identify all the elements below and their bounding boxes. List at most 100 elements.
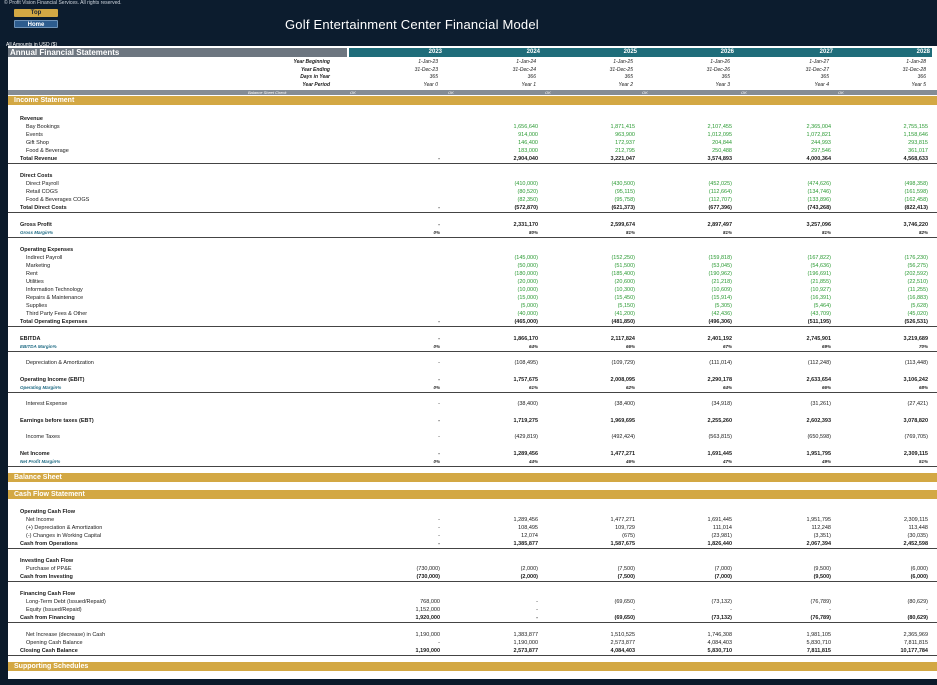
row-value: (481,850) xyxy=(611,319,635,325)
row-value: 70% xyxy=(918,344,928,349)
meta-value: 31-Dec-26 xyxy=(706,66,730,73)
section-title: Annual Financial Statements xyxy=(8,48,347,57)
home-button[interactable]: Home xyxy=(14,20,58,28)
row-label: Food & Beverages COGS xyxy=(26,197,90,203)
row-value: - xyxy=(536,607,538,613)
row-value: 4,084,403 xyxy=(707,640,732,646)
row-value: 1,969,695 xyxy=(610,418,635,424)
row-value: (15,914) xyxy=(711,295,733,301)
row-label: Total Direct Costs xyxy=(20,205,67,211)
year-header: 2023 xyxy=(349,48,444,57)
row-value: 1,587,675 xyxy=(610,541,635,547)
row-value: (202,592) xyxy=(904,271,928,277)
row-value: - xyxy=(438,525,440,531)
row-value: 183,000 xyxy=(518,148,538,154)
row-value: 2,117,824 xyxy=(610,336,635,342)
row-value: 1,951,795 xyxy=(806,517,831,523)
row-value: (73,132) xyxy=(711,615,733,621)
cash-flow-statement-band[interactable]: Cash Flow Statement xyxy=(8,490,937,499)
statement-row: Gift Shop 146,400 172,937 204,844 244,993 293… xyxy=(8,139,937,147)
meta-value: Year 2 xyxy=(618,81,633,88)
row-value: (429,819) xyxy=(514,434,538,440)
top-button[interactable]: Top xyxy=(14,9,58,17)
statement-row: (+) Depreciation & Amortization - 108,495 1… xyxy=(8,524,937,532)
row-value: (7,500) xyxy=(617,574,635,580)
balance-sheet-band[interactable]: Balance Sheet xyxy=(8,473,937,482)
row-value: (133,896) xyxy=(807,197,831,203)
statement-row: Gross Profit - 2,331,170 2,599,674 2,897,497… xyxy=(8,221,937,229)
balance-check-ok: OK xyxy=(838,90,844,95)
row-value: (20,000) xyxy=(517,279,539,285)
row-value: 81% xyxy=(722,230,732,235)
meta-value: 1-Jan-25 xyxy=(613,59,633,65)
row-value: 64% xyxy=(722,385,732,390)
row-value: 1,190,000 xyxy=(513,640,538,646)
row-value: 46% xyxy=(625,459,635,464)
meta-value: 31-Dec-28 xyxy=(902,66,926,73)
row-value: (76,789) xyxy=(810,615,832,621)
row-value: 1,826,440 xyxy=(707,541,732,547)
row-value: (572,870) xyxy=(514,205,538,211)
statement-row: Net Income - 1,289,456 1,477,271 1,691,445 1,… xyxy=(8,450,937,458)
statement-row: Net Income - 1,289,456 1,477,271 1,691,445 1,… xyxy=(8,516,937,524)
meta-value: 1-Jan-24 xyxy=(516,59,536,65)
row-value: (23,981) xyxy=(711,533,733,539)
meta-value: 1-Jan-27 xyxy=(809,59,829,65)
balance-check-label: Balance Sheet Check xyxy=(248,90,287,95)
statement-row: Total Revenue - 2,904,040 3,221,047 3,574,89… xyxy=(8,155,937,163)
row-value: (53,045) xyxy=(711,263,733,269)
row-value: 5,830,710 xyxy=(707,648,732,654)
row-value: 3,221,047 xyxy=(610,156,635,162)
row-value: 1,152,000 xyxy=(415,607,440,613)
statement-row: Retail COGS (80,520) (95,115) (112,664) (134… xyxy=(8,188,937,196)
row-value: 3,106,242 xyxy=(903,377,928,383)
statement-row: Operating Margin% 0% 61% 62% 64% 66% 68% xyxy=(8,384,937,392)
row-value: (43,709) xyxy=(810,311,832,317)
row-label: Gross Profit xyxy=(20,222,52,228)
row-value: 68% xyxy=(918,385,928,390)
row-label: Cash from Investing xyxy=(20,574,73,580)
meta-value: 31-Dec-23 xyxy=(414,66,438,73)
row-value: - xyxy=(438,360,440,366)
row-value: (162,458) xyxy=(904,197,928,203)
row-value: (112,707) xyxy=(708,197,732,203)
row-value: - xyxy=(438,319,440,325)
row-value: 12,074 xyxy=(521,533,538,539)
row-value: 113,448 xyxy=(908,525,928,531)
statement-row: Utilities (20,000) (20,600) (21,218) (21,855… xyxy=(8,278,937,286)
row-value: 112,248 xyxy=(811,525,831,531)
year-header: 2026 xyxy=(639,48,736,57)
row-value: (16,883) xyxy=(907,295,929,301)
row-value: - xyxy=(438,156,440,162)
row-divider xyxy=(8,212,937,213)
row-value: (109,729) xyxy=(611,360,635,366)
balance-check-ok: OK xyxy=(448,90,454,95)
row-value: (42,436) xyxy=(711,311,733,317)
row-value: (185,400) xyxy=(611,271,635,277)
bottom-strip xyxy=(0,679,937,685)
year-header: 2024 xyxy=(444,48,542,57)
row-value: 250,488 xyxy=(712,148,732,154)
row-value: 0% xyxy=(433,459,440,464)
row-value: (22,510) xyxy=(907,279,929,285)
row-value: (176,230) xyxy=(904,255,928,261)
income-statement-band[interactable]: Income Statement xyxy=(8,96,937,105)
row-value: 2,897,497 xyxy=(707,222,732,228)
supporting-schedules-band[interactable]: Supporting Schedules xyxy=(8,662,937,671)
meta-label: Days in Year xyxy=(300,74,330,80)
balance-check-ok: OK xyxy=(545,90,551,95)
row-value: 2,452,598 xyxy=(903,541,928,547)
row-value: (15,000) xyxy=(517,295,539,301)
meta-value: Year 0 xyxy=(423,81,438,88)
row-value: 7,811,815 xyxy=(903,640,928,646)
row-value: (10,927) xyxy=(810,287,832,293)
row-value: 2,599,674 xyxy=(610,222,635,228)
statement-row: (-) Changes in Working Capital - 12,074 (67… xyxy=(8,532,937,540)
row-value: - xyxy=(633,607,635,613)
row-value: 3,257,096 xyxy=(806,222,831,228)
row-label: Depreciation & Amortization xyxy=(26,360,94,366)
row-label: EBITDA Margin% xyxy=(20,344,57,349)
row-value: (6,000) xyxy=(910,574,928,580)
row-value: (7,500) xyxy=(617,566,635,572)
row-value: 1,871,415 xyxy=(610,124,635,130)
